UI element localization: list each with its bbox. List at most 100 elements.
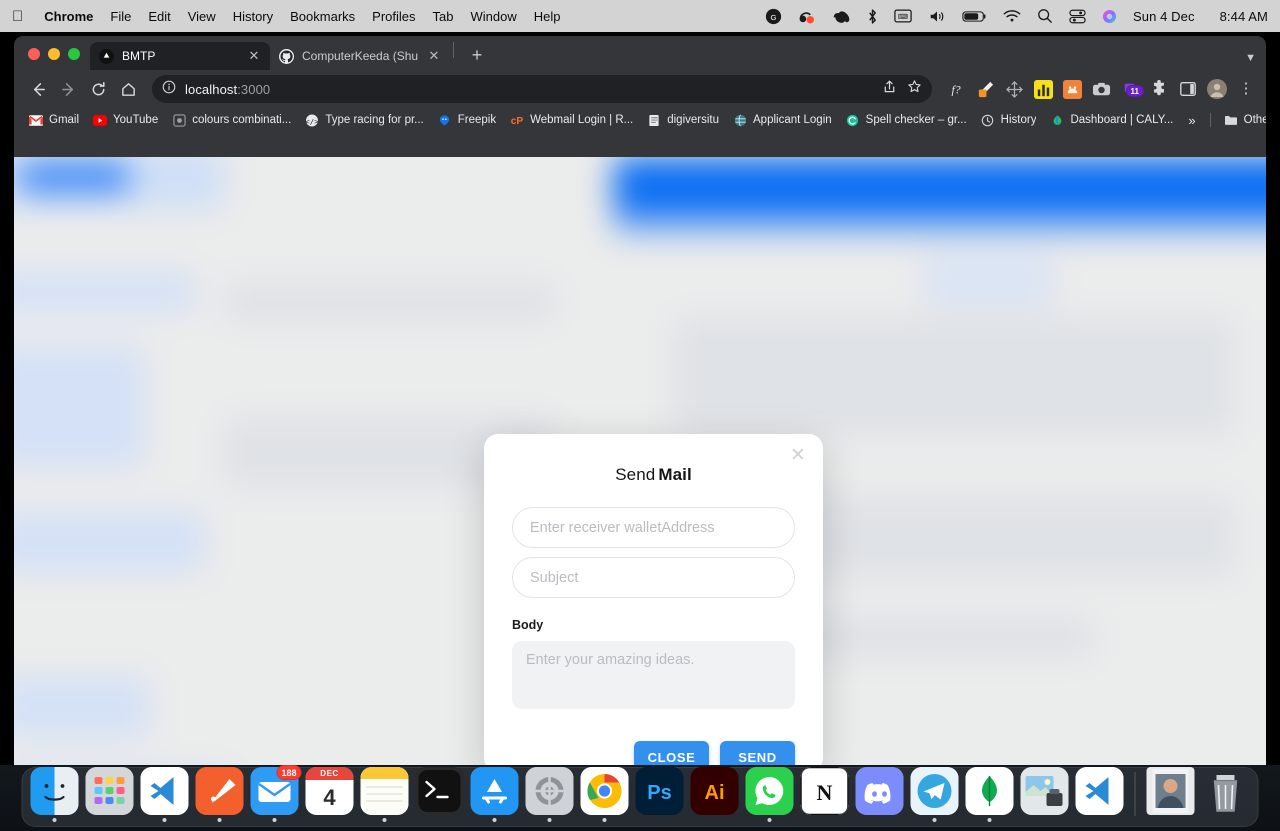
battery-icon[interactable]: [962, 6, 987, 26]
new-tab-button[interactable]: +: [463, 41, 491, 69]
bookmark-youtube[interactable]: YouTube: [86, 111, 165, 129]
control-center-icon[interactable]: [1069, 6, 1086, 26]
menu-item-view[interactable]: View: [188, 9, 216, 24]
menu-item-window[interactable]: Window: [471, 9, 517, 24]
trash-icon[interactable]: [1202, 767, 1250, 815]
receiver-wallet-address-input[interactable]: [512, 507, 795, 548]
telegram-icon[interactable]: [910, 767, 959, 815]
image-capture-icon[interactable]: [1020, 767, 1069, 815]
fonts-ninja-icon[interactable]: f?: [946, 79, 966, 99]
illustrator-icon[interactable]: Ai: [690, 767, 739, 815]
dock-item-chrome[interactable]: [580, 767, 629, 822]
firefox-relay-icon[interactable]: [1062, 79, 1082, 99]
close-x-icon[interactable]: ✕: [785, 442, 811, 468]
menu-item-help[interactable]: Help: [534, 9, 561, 24]
notification-icon[interactable]: 11: [1120, 79, 1144, 99]
siri-icon[interactable]: [1102, 6, 1117, 26]
chrome-icon[interactable]: [580, 767, 629, 815]
bookmark-applicant-login[interactable]: Applicant Login: [726, 111, 839, 129]
menu-item-chrome[interactable]: Chrome: [44, 9, 93, 24]
dock-item-notes[interactable]: [360, 767, 409, 822]
discord-icon[interactable]: [855, 767, 904, 815]
evernote-icon[interactable]: [832, 6, 851, 26]
home-icon[interactable]: [114, 75, 142, 103]
spotlight-search-icon[interactable]: [1037, 6, 1053, 26]
mongodb-icon[interactable]: [965, 767, 1014, 815]
pen-app-icon[interactable]: [195, 767, 244, 815]
back-arrow-icon[interactable]: [24, 75, 52, 103]
bookmark-webmail[interactable]: cP Webmail Login | R...: [503, 111, 640, 129]
vscode-icon[interactable]: [140, 767, 189, 815]
dock-item-profile-photo[interactable]: [1146, 767, 1195, 822]
window-traffic-lights[interactable]: [24, 48, 90, 70]
chrome-menu-kebab-icon[interactable]: ⋮: [1236, 81, 1256, 96]
photoshop-icon[interactable]: Ps: [635, 767, 684, 815]
address-bar[interactable]: localhost:3000: [152, 75, 932, 103]
other-bookmarks-folder[interactable]: Other Bookmarks: [1217, 111, 1266, 129]
extensions-puzzle-icon[interactable]: [1149, 79, 1169, 99]
dock-item-calendar[interactable]: DEC 4: [305, 767, 354, 822]
mail-icon[interactable]: 188: [250, 765, 302, 815]
whatsapp-icon[interactable]: [745, 767, 794, 815]
bookmark-freepik[interactable]: Freepik: [431, 111, 503, 129]
menu-item-history[interactable]: History: [233, 9, 273, 24]
system-settings-icon[interactable]: [525, 767, 574, 815]
dock-item-telegram[interactable]: [910, 767, 959, 822]
subject-input[interactable]: [512, 557, 795, 598]
dock-item-finder[interactable]: [30, 767, 79, 822]
tab-search-area[interactable]: ▼: [1245, 52, 1266, 70]
dock-item-launchpad[interactable]: [85, 767, 134, 822]
forward-arrow-icon[interactable]: [54, 75, 82, 103]
wifi-icon[interactable]: [1003, 6, 1021, 26]
menu-item-bookmarks[interactable]: Bookmarks: [290, 9, 355, 24]
sidepanel-icon[interactable]: [1178, 79, 1198, 99]
bookmark-digiversitu[interactable]: digiversitu: [640, 111, 726, 129]
close-button[interactable]: CLOSE: [634, 741, 709, 765]
finder-icon[interactable]: [30, 767, 79, 815]
bluetooth-icon[interactable]: [867, 6, 878, 26]
vscode-insiders-icon[interactable]: [1075, 767, 1124, 815]
reload-icon[interactable]: [84, 75, 112, 103]
bookmark-colours[interactable]: colours combinati...: [165, 111, 298, 129]
info-circle-icon[interactable]: [162, 80, 176, 99]
close-window-button[interactable]: [28, 48, 40, 60]
calendar-icon[interactable]: DEC 4: [305, 767, 354, 815]
move-tool-icon[interactable]: [1004, 79, 1024, 99]
dock-item-photoshop[interactable]: Ps: [635, 767, 684, 822]
apple-logo-icon[interactable]: : [12, 9, 23, 24]
volume-icon[interactable]: [928, 6, 946, 26]
dock-item-image-capture[interactable]: [1020, 767, 1069, 822]
share-icon[interactable]: [882, 79, 897, 99]
bookmarks-overflow-button[interactable]: »: [1180, 111, 1203, 130]
minimize-window-button[interactable]: [48, 48, 60, 60]
notion-icon[interactable]: N: [800, 767, 849, 815]
menubar-clock[interactable]: 8:44 AM: [1220, 9, 1268, 24]
bookmark-spell-checker[interactable]: Spell checker – gr...: [839, 111, 974, 129]
dock-item-illustrator[interactable]: Ai: [690, 767, 739, 822]
profile-photo-file-icon[interactable]: [1146, 767, 1195, 815]
dock-item-mail[interactable]: 188: [250, 765, 302, 822]
notes-icon[interactable]: [360, 767, 409, 815]
tab-close-icon[interactable]: ✕: [246, 48, 262, 64]
dock-item-app-store[interactable]: [470, 767, 519, 822]
color-picker-icon[interactable]: [975, 79, 995, 99]
bookmark-gmail[interactable]: Gmail: [22, 111, 86, 129]
grammarly-icon[interactable]: G: [765, 6, 782, 26]
send-button[interactable]: SEND: [720, 741, 795, 765]
menu-item-file[interactable]: File: [110, 9, 131, 24]
maximize-window-button[interactable]: [68, 48, 80, 60]
terminal-icon[interactable]: [415, 767, 464, 815]
chevron-down-icon[interactable]: ▼: [1245, 52, 1256, 64]
tab-computerkeeda[interactable]: ComputerKeeda (Shubham Sh ✕: [270, 42, 450, 70]
dock-item-discord[interactable]: [855, 767, 904, 822]
dock-item-whatsapp[interactable]: [745, 767, 794, 822]
menubar-date[interactable]: Sun 4 Dec: [1133, 9, 1195, 24]
menu-item-edit[interactable]: Edit: [148, 9, 170, 24]
dock-item-notion[interactable]: N: [800, 767, 849, 822]
screenshot-camera-icon[interactable]: [1091, 79, 1111, 99]
keyboard-input-icon[interactable]: ⌨: [894, 6, 912, 26]
dock-item-vscode-insiders[interactable]: [1075, 767, 1124, 822]
bookmark-type-racing[interactable]: </> Type racing for pr...: [298, 111, 430, 129]
dock-item-vscode[interactable]: [140, 767, 189, 822]
menu-item-tab[interactable]: Tab: [433, 9, 454, 24]
